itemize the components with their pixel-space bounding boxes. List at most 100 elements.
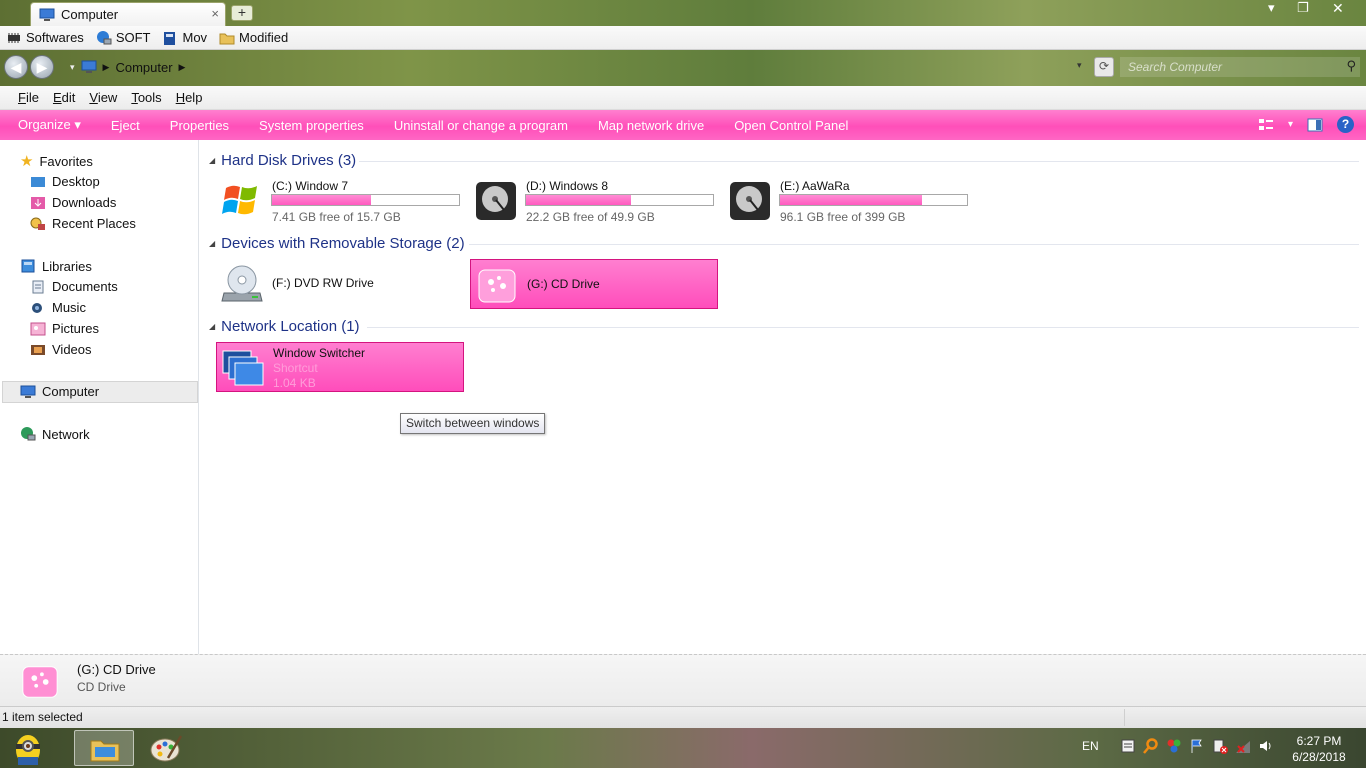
menu-edit[interactable]: Edit [53, 90, 75, 105]
nav-item-pictures[interactable]: Pictures [30, 321, 99, 336]
drive-usage-fill [272, 195, 372, 205]
volume-icon[interactable] [1258, 738, 1274, 754]
favorite-softwares[interactable]: Softwares [6, 30, 84, 45]
close-window-button[interactable]: ✕ [1332, 0, 1344, 17]
collapse-triangle-icon[interactable]: ◢ [209, 156, 215, 165]
nav-item-recent-places[interactable]: Recent Places [30, 216, 136, 231]
search-placeholder: Search Computer [1128, 60, 1223, 74]
chevron-down-icon[interactable]: ▾ [1288, 119, 1293, 130]
item-size: 1.04 KB [273, 376, 316, 390]
nav-item-computer[interactable]: Computer [20, 384, 99, 399]
drive-f-dvd[interactable]: (F:) DVD RW Drive [216, 259, 464, 309]
favorites-bar: Softwares SOFT Mov Modified [0, 26, 1366, 50]
open-control-panel-button[interactable]: Open Control Panel [734, 118, 848, 133]
chevron-down-icon[interactable]: ▾ [1077, 60, 1082, 71]
menu-help[interactable]: Help [176, 90, 203, 105]
details-item-type: CD Drive [77, 680, 126, 694]
system-tray: EN [1082, 738, 1274, 754]
language-indicator[interactable]: EN [1082, 739, 1099, 753]
nav-item-network[interactable]: Network [20, 426, 90, 442]
chevron-right-icon[interactable]: ▶ [179, 62, 186, 73]
restore-window-button[interactable]: ❐ [1297, 0, 1309, 16]
breadcrumb[interactable]: ▾ ▶ Computer ▶ [70, 57, 1070, 77]
forward-button[interactable]: ▶ [30, 55, 54, 79]
uninstall-program-button[interactable]: Uninstall or change a program [394, 118, 568, 133]
favorite-modified[interactable]: Modified [219, 30, 288, 45]
favorite-label: Softwares [26, 30, 84, 45]
taskbar-explorer-button[interactable] [74, 730, 134, 766]
preview-pane-icon[interactable] [1307, 118, 1323, 132]
network-item-window-switcher[interactable]: Window Switcher Shortcut 1.04 KB [216, 342, 464, 392]
new-tab-button[interactable]: + [231, 5, 253, 21]
favorite-mov[interactable]: Mov [162, 30, 207, 46]
eject-button[interactable]: Eject [111, 118, 140, 133]
network-status-icon[interactable] [1235, 738, 1251, 754]
nav-label: Recent Places [52, 216, 136, 231]
help-icon[interactable]: ? [1337, 116, 1354, 133]
title-bar: Computer × + ▾ ❐ ✕ [0, 0, 1366, 26]
chevron-down-icon[interactable]: ▾ [1268, 0, 1275, 16]
organize-button[interactable]: Organize ▾ [18, 117, 81, 133]
refresh-button[interactable]: ⟳ [1094, 57, 1114, 77]
menu-view[interactable]: View [89, 90, 117, 105]
cd-drive-icon [22, 666, 58, 698]
change-view-icon[interactable] [1258, 118, 1274, 132]
collapse-triangle-icon[interactable]: ◢ [209, 239, 215, 248]
tab-computer[interactable]: Computer × [30, 2, 226, 26]
nav-label: Computer [42, 384, 100, 399]
drive-name: (C:) Window 7 [272, 179, 349, 193]
breadcrumb-location[interactable]: Computer [115, 60, 172, 75]
group-header-removable-storage[interactable]: ◢ Devices with Removable Storage (2) [209, 235, 465, 252]
nav-item-desktop[interactable]: Desktop [30, 174, 100, 189]
colorful-app-icon[interactable] [1166, 738, 1182, 754]
collapse-triangle-icon[interactable]: ◢ [209, 322, 215, 331]
properties-button[interactable]: Properties [170, 118, 229, 133]
nav-item-music[interactable]: Music [30, 300, 86, 315]
action-center-flag-icon[interactable] [1189, 738, 1205, 754]
paint-palette-icon[interactable] [148, 730, 184, 766]
favorite-soft[interactable]: SOFT [96, 30, 150, 46]
magnifier-icon[interactable] [1142, 738, 1159, 754]
drive-usage-fill [780, 195, 923, 205]
nav-label: Videos [52, 342, 92, 357]
nav-item-libraries[interactable]: Libraries [20, 258, 92, 274]
drive-c[interactable]: (C:) Window 7 7.41 GB free of 15.7 GB [216, 176, 464, 226]
music-icon [32, 302, 42, 313]
drive-free-space: 22.2 GB free of 49.9 GB [526, 210, 655, 224]
system-properties-button[interactable]: System properties [259, 118, 364, 133]
nav-item-downloads[interactable]: Downloads [30, 195, 116, 210]
nav-item-videos[interactable]: Videos [30, 342, 92, 357]
nav-label: Favorites [39, 153, 93, 169]
drive-d[interactable]: (D:) Windows 8 22.2 GB free of 49.9 GB [470, 176, 718, 226]
map-network-drive-button[interactable]: Map network drive [598, 118, 704, 133]
details-item-name: (G:) CD Drive [77, 662, 156, 677]
nav-label: Downloads [52, 195, 117, 210]
downloads-icon [31, 196, 45, 209]
group-divider [359, 161, 1359, 162]
tab-close-button[interactable]: × [211, 6, 219, 21]
chevron-right-icon[interactable]: ▶ [103, 62, 110, 73]
group-header-hard-disk-drives[interactable]: ◢ Hard Disk Drives (3) [209, 152, 356, 169]
network-icon [21, 427, 36, 441]
chevron-down-icon[interactable]: ▾ [70, 62, 75, 73]
chip-icon [8, 32, 20, 43]
search-input[interactable]: Search Computer ⚲ [1120, 57, 1360, 77]
taskbar-clock[interactable]: 6:27 PM 6/28/2018 [1280, 733, 1358, 765]
menu-file[interactable]: File [18, 90, 39, 105]
search-icon[interactable]: ⚲ [1346, 58, 1356, 74]
nav-item-documents[interactable]: Documents [30, 279, 118, 294]
folder-icon [90, 740, 120, 762]
drive-e[interactable]: (E:) AaWaRa 96.1 GB free of 399 GB [724, 176, 972, 226]
start-button-minion-icon[interactable] [8, 730, 48, 766]
back-button[interactable]: ◀ [4, 55, 28, 79]
drive-name: (D:) Windows 8 [526, 179, 609, 193]
star-icon: ★ [20, 153, 34, 170]
group-header-network-location[interactable]: ◢ Network Location (1) [209, 318, 360, 335]
notes-icon[interactable] [1120, 738, 1136, 754]
menu-tools[interactable]: Tools [131, 90, 161, 105]
favorite-label: Modified [239, 30, 289, 45]
hard-drive-icon [476, 182, 516, 220]
disconnected-device-icon[interactable] [1212, 738, 1228, 754]
nav-item-favorites[interactable]: ★ Favorites [20, 152, 93, 170]
drive-g-cd[interactable]: (G:) CD Drive [470, 259, 718, 309]
